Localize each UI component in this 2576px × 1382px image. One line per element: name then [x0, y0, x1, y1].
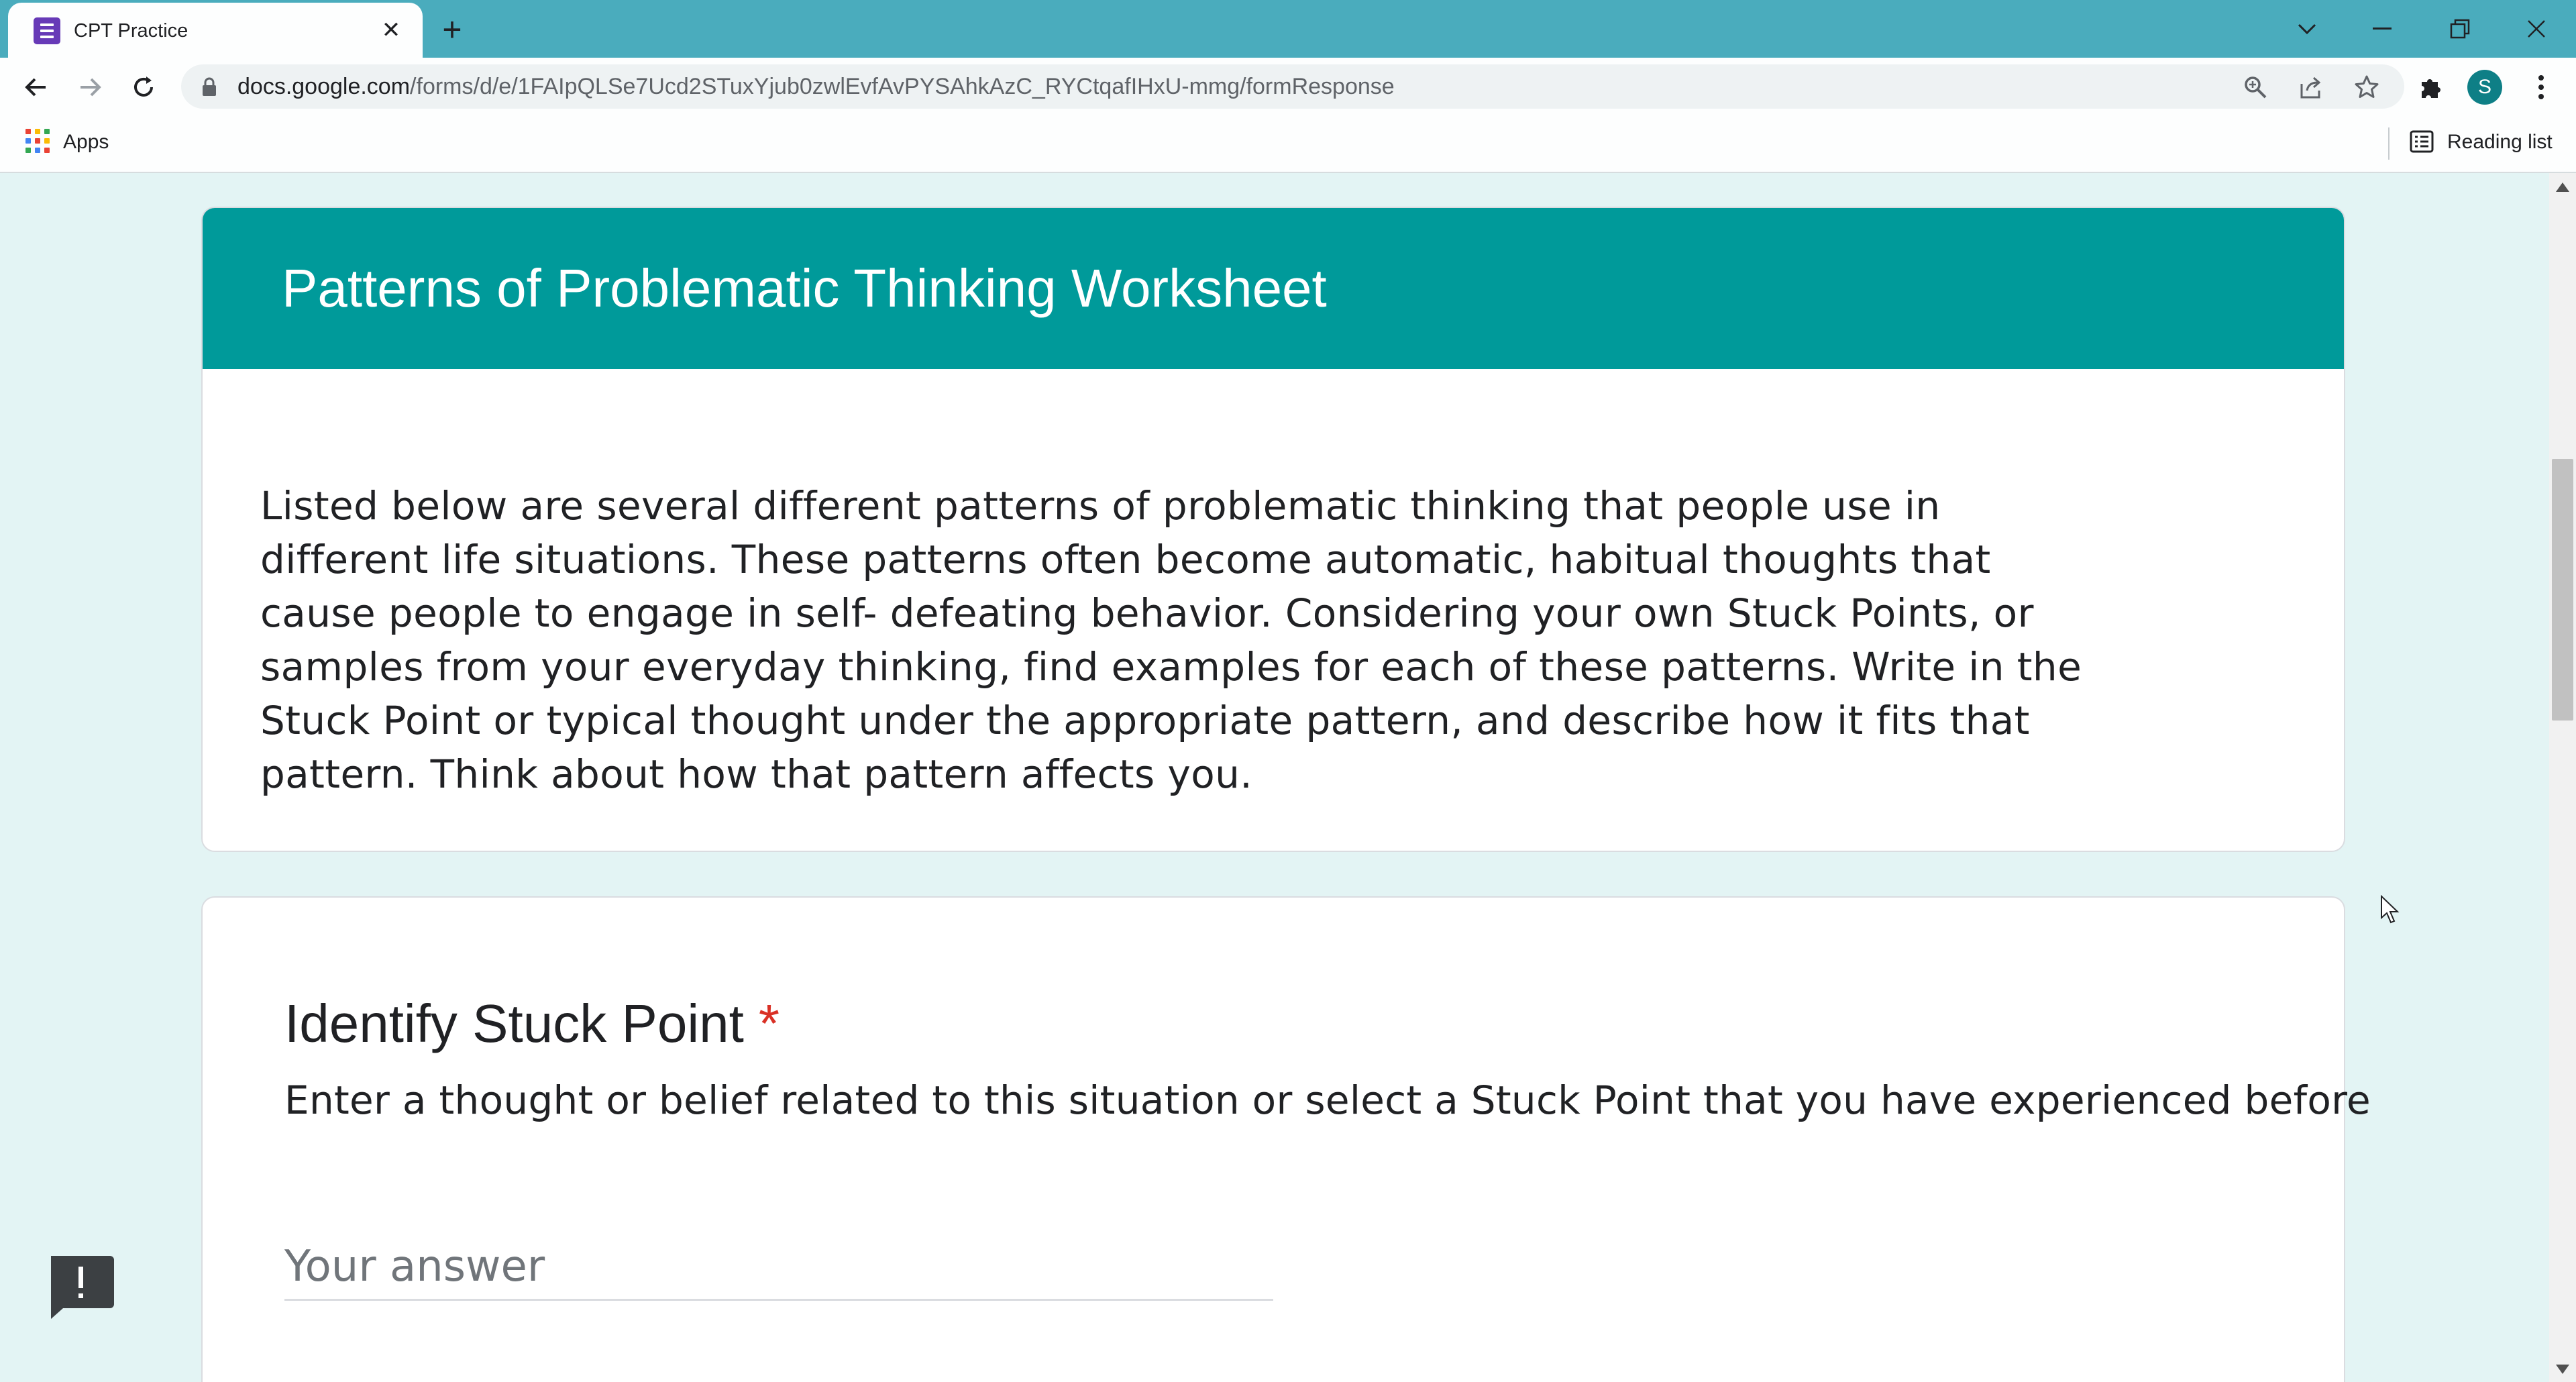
- bookmarks-bar: Apps Reading list: [0, 115, 2576, 173]
- question-card: Identify Stuck Point * Enter a thought or…: [201, 896, 2371, 1382]
- window-close-icon[interactable]: [2513, 7, 2560, 51]
- scroll-down-arrow-icon[interactable]: [2556, 1365, 2569, 1374]
- avatar[interactable]: S: [2467, 70, 2502, 105]
- scroll-thumb[interactable]: [2552, 459, 2573, 721]
- reading-list-icon[interactable]: [2410, 130, 2434, 156]
- form-header-card: Patterns of Problematic Thinking Workshe…: [201, 207, 2345, 852]
- apps-grid-icon[interactable]: [25, 129, 50, 153]
- page-scrollbar[interactable]: [2549, 173, 2576, 1382]
- reload-icon[interactable]: [125, 68, 162, 106]
- browser-tab[interactable]: CPT Practice ✕: [8, 3, 423, 58]
- tab-title: CPT Practice: [74, 20, 189, 42]
- kebab-menu-icon[interactable]: [2522, 68, 2560, 106]
- zoom-icon[interactable]: [2241, 72, 2270, 102]
- feedback-icon[interactable]: [46, 1253, 115, 1320]
- chevron-down-icon[interactable]: [2284, 7, 2330, 51]
- browser-titlebar: CPT Practice ✕ +: [0, 0, 2576, 58]
- forward-arrow-icon[interactable]: [71, 68, 109, 106]
- apps-bookmark[interactable]: Apps: [63, 129, 109, 156]
- form-header-band: Patterns of Problematic Thinking Workshe…: [203, 208, 2344, 369]
- form-page: Patterns of Problematic Thinking Workshe…: [0, 173, 2549, 1382]
- puzzle-icon[interactable]: [2412, 68, 2450, 106]
- google-forms-icon: [34, 17, 60, 44]
- minimize-icon[interactable]: [2359, 7, 2406, 51]
- reading-list-button[interactable]: Reading list: [2447, 129, 2553, 156]
- url-path: /forms/d/e/1FAIpQLSe7Ucd2STuxYjub0zwlEvf…: [410, 74, 1395, 99]
- share-icon[interactable]: [2296, 72, 2325, 102]
- scroll-up-arrow-icon[interactable]: [2556, 182, 2569, 192]
- answer-input[interactable]: [284, 1234, 1273, 1301]
- mouse-cursor-icon: [2380, 894, 2400, 928]
- browser-toolbar: docs.google.com/forms/d/e/1FAIpQLSe7Ucd2…: [0, 58, 2576, 115]
- star-icon[interactable]: [2352, 72, 2381, 102]
- bookmarks-divider: [2388, 127, 2390, 160]
- close-icon[interactable]: ✕: [376, 15, 407, 46]
- required-asterisk: *: [758, 994, 780, 1053]
- back-arrow-icon[interactable]: [17, 68, 55, 106]
- url-text[interactable]: docs.google.com/forms/d/e/1FAIpQLSe7Ucd2…: [237, 74, 1395, 99]
- plus-icon[interactable]: +: [433, 12, 471, 50]
- lock-icon[interactable]: [201, 77, 217, 101]
- form-description: Listed below are several different patte…: [260, 483, 2082, 797]
- question-title: Identify Stuck Point *: [284, 992, 780, 1056]
- question-title-text: Identify Stuck Point: [284, 994, 744, 1053]
- url-host: docs.google.com: [237, 74, 411, 99]
- restore-icon[interactable]: [2436, 7, 2483, 51]
- address-bar[interactable]: docs.google.com/forms/d/e/1FAIpQLSe7Ucd2…: [181, 64, 2404, 109]
- form-title: Patterns of Problematic Thinking Workshe…: [282, 258, 1327, 318]
- question-help-text: Enter a thought or belief related to thi…: [284, 1077, 2371, 1123]
